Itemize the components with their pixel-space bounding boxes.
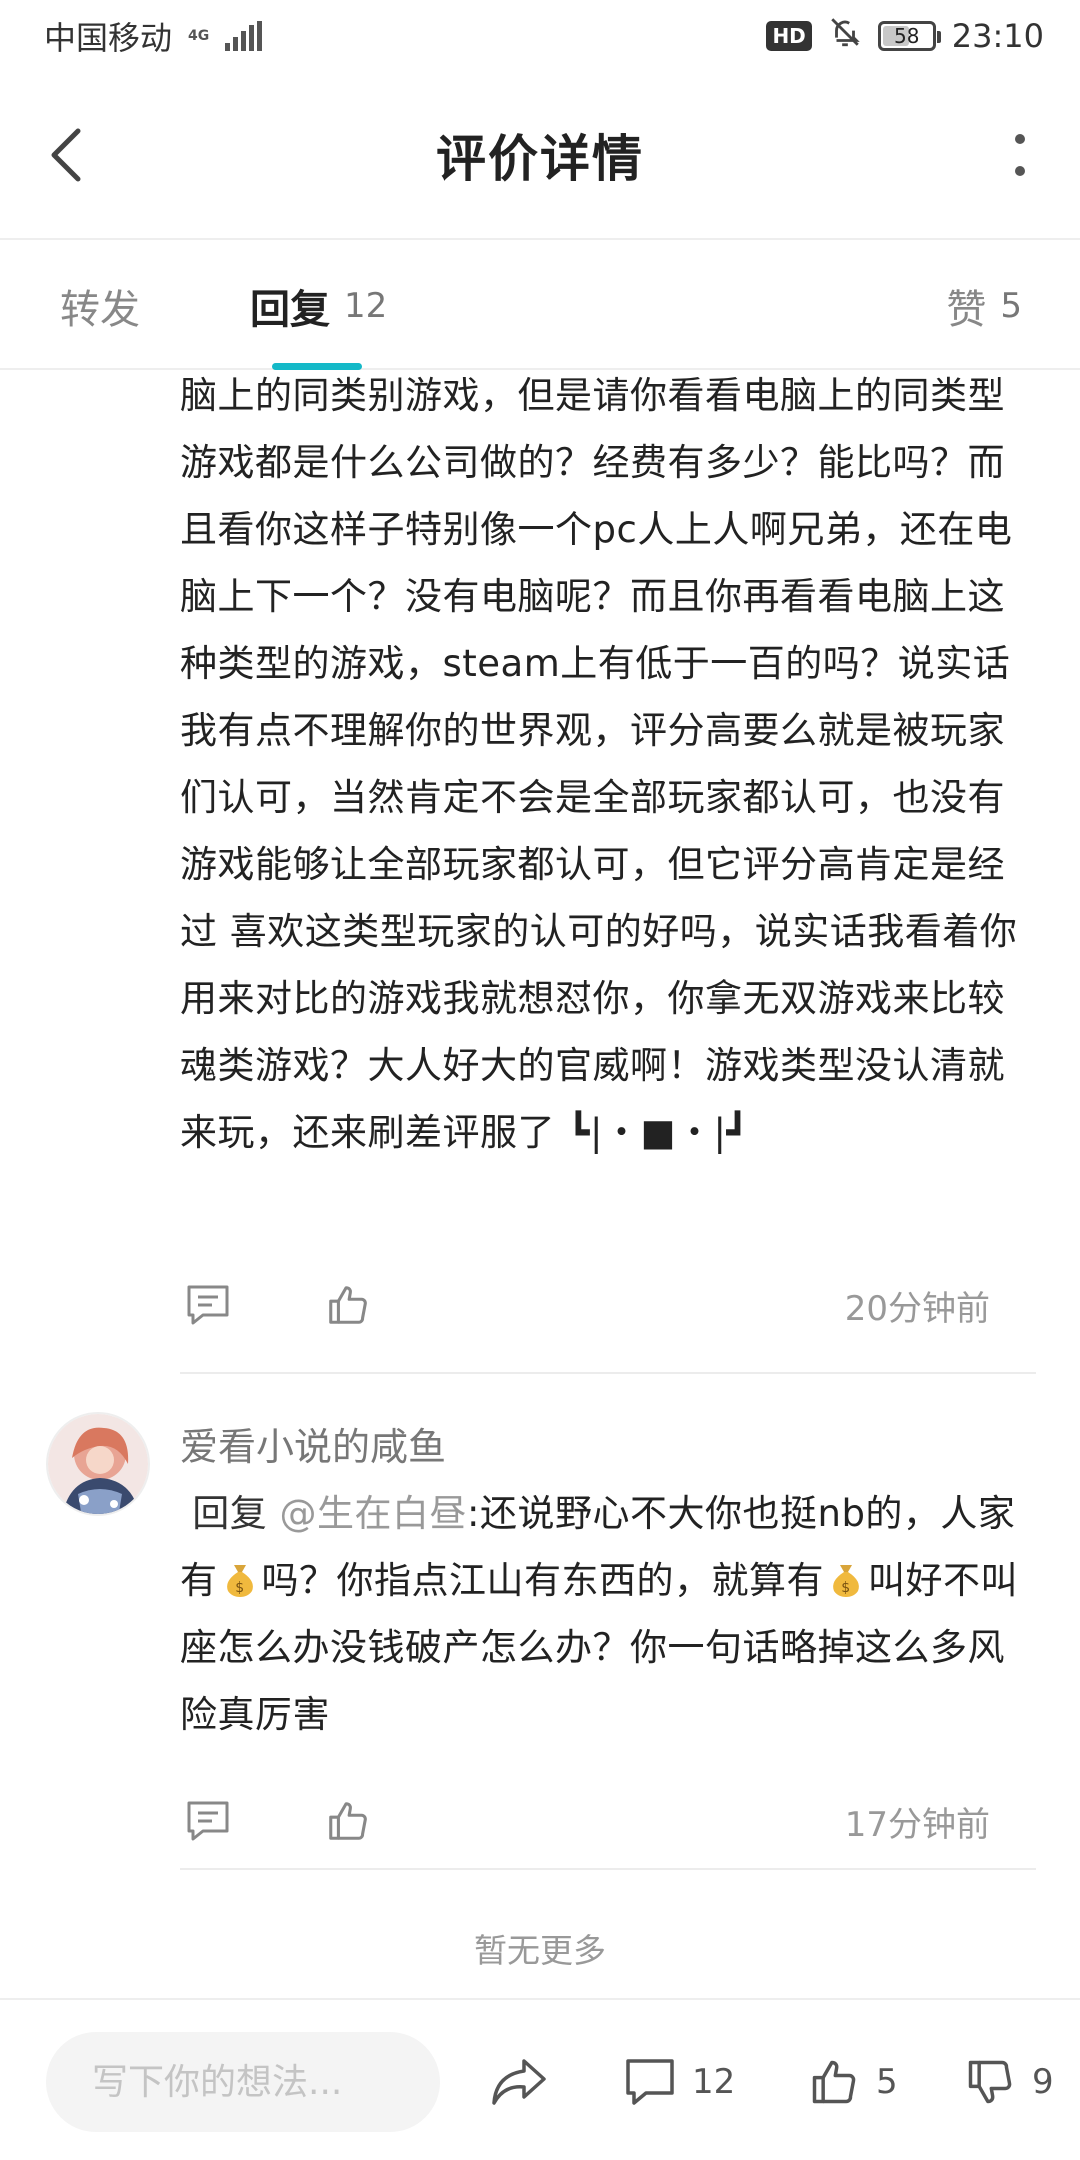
thumbs-up-icon[interactable] [324, 1281, 372, 1329]
comment-timestamp: 17分钟前 [844, 1804, 990, 1845]
comment-text-part: 吗？你指点江山有东西的，就算有 [261, 1559, 824, 1602]
comment-text: 脑上的同类别游戏，但是请你看看电脑上的同类型游戏都是什么公司做的？经费有多少？能… [180, 374, 1018, 1154]
svg-text:$: $ [841, 1580, 850, 1596]
carrier-label: 中国移动 [44, 19, 173, 57]
tab-reply[interactable]: 回复 12 [250, 242, 387, 370]
tab-reply-label: 回复 [250, 287, 330, 333]
status-left: 中国移动 4G [44, 13, 263, 59]
tab-reply-count: 12 [344, 286, 388, 326]
svg-text:$: $ [235, 1580, 244, 1596]
clock: 23:10 [951, 17, 1044, 55]
thumbs-up-icon [812, 2060, 856, 2104]
bottom-action-bar: 12 5 9 [0, 1998, 1080, 2160]
tab-like-count: 5 [1000, 286, 1022, 326]
battery-level: 58 [894, 24, 920, 48]
avatar[interactable] [46, 1412, 150, 1516]
comment-actions: 17分钟前 [180, 1786, 990, 1856]
share-icon [492, 2059, 546, 2105]
mention-link[interactable]: @生在白昼 [280, 1492, 468, 1535]
signal-icon [225, 21, 263, 51]
username[interactable]: 爱看小说的咸鱼 [180, 1416, 446, 1471]
network-type-label: 4G [188, 28, 210, 44]
comment-timestamp: 20分钟前 [844, 1288, 990, 1329]
share-button[interactable] [490, 2042, 548, 2122]
title-bar: 评价详情 [0, 72, 1080, 240]
no-more-label: 暂无更多 [474, 1931, 606, 1970]
divider [180, 1868, 1036, 1870]
thumbs-down-icon [968, 2060, 1012, 2104]
thumbs-up-icon[interactable] [324, 1797, 372, 1845]
status-bar: 中国移动 4G HD 58 23:10 [0, 0, 1080, 72]
reply-list[interactable]: 脑上的同类别游戏，但是请你看看电脑上的同类型游戏都是什么公司做的？经费有多少？能… [0, 372, 1080, 2002]
hd-icon: HD [766, 21, 812, 51]
like-count: 5 [876, 2062, 898, 2102]
network-type: 4G [188, 29, 209, 43]
comment-count: 12 [692, 2062, 736, 2102]
dislike-button[interactable]: 9 [964, 2042, 1054, 2122]
comment-input[interactable] [46, 2032, 440, 2132]
more-vertical-icon [1015, 134, 1025, 176]
money-bag-icon: $ [226, 1565, 253, 1597]
comment-actions: 20分钟前 [180, 1270, 990, 1340]
tab-forward[interactable]: 转发 [60, 242, 140, 370]
tab-like[interactable]: 赞 5 [946, 242, 1022, 370]
back-arrow-icon [51, 128, 81, 182]
comment-button[interactable]: 12 [624, 2042, 735, 2122]
battery-icon: 58 [877, 21, 941, 51]
tab-like-label: 赞 [946, 287, 987, 333]
divider [180, 1372, 1036, 1374]
dislike-count: 9 [1032, 2062, 1054, 2102]
status-right: HD 58 23:10 [766, 15, 1044, 57]
back-button[interactable] [36, 115, 96, 195]
tab-bar: 转发 回复 12 赞 5 [0, 242, 1080, 370]
money-bag-icon: $ [833, 1565, 859, 1597]
reply-icon[interactable] [184, 1281, 232, 1329]
reply-icon[interactable] [184, 1797, 232, 1845]
like-button[interactable]: 5 [808, 2042, 898, 2122]
more-options-button[interactable] [990, 115, 1050, 195]
comment-icon [626, 2059, 674, 2105]
active-tab-indicator [272, 363, 362, 370]
screen: 中国移动 4G HD 58 23:10 评价详情 转发 回复 12 赞 5 脑上… [0, 0, 1080, 2160]
comment-text: 回复 @生在白昼:还说野心不大你也挺nb的，人家有 $ 吗？你指点江山有东西的，就算… [180, 1480, 1040, 1748]
reply-prefix: 回复 [192, 1492, 268, 1535]
mute-bell-icon [828, 15, 862, 57]
tab-forward-label: 转发 [60, 287, 140, 333]
page-title: 评价详情 [436, 130, 644, 188]
